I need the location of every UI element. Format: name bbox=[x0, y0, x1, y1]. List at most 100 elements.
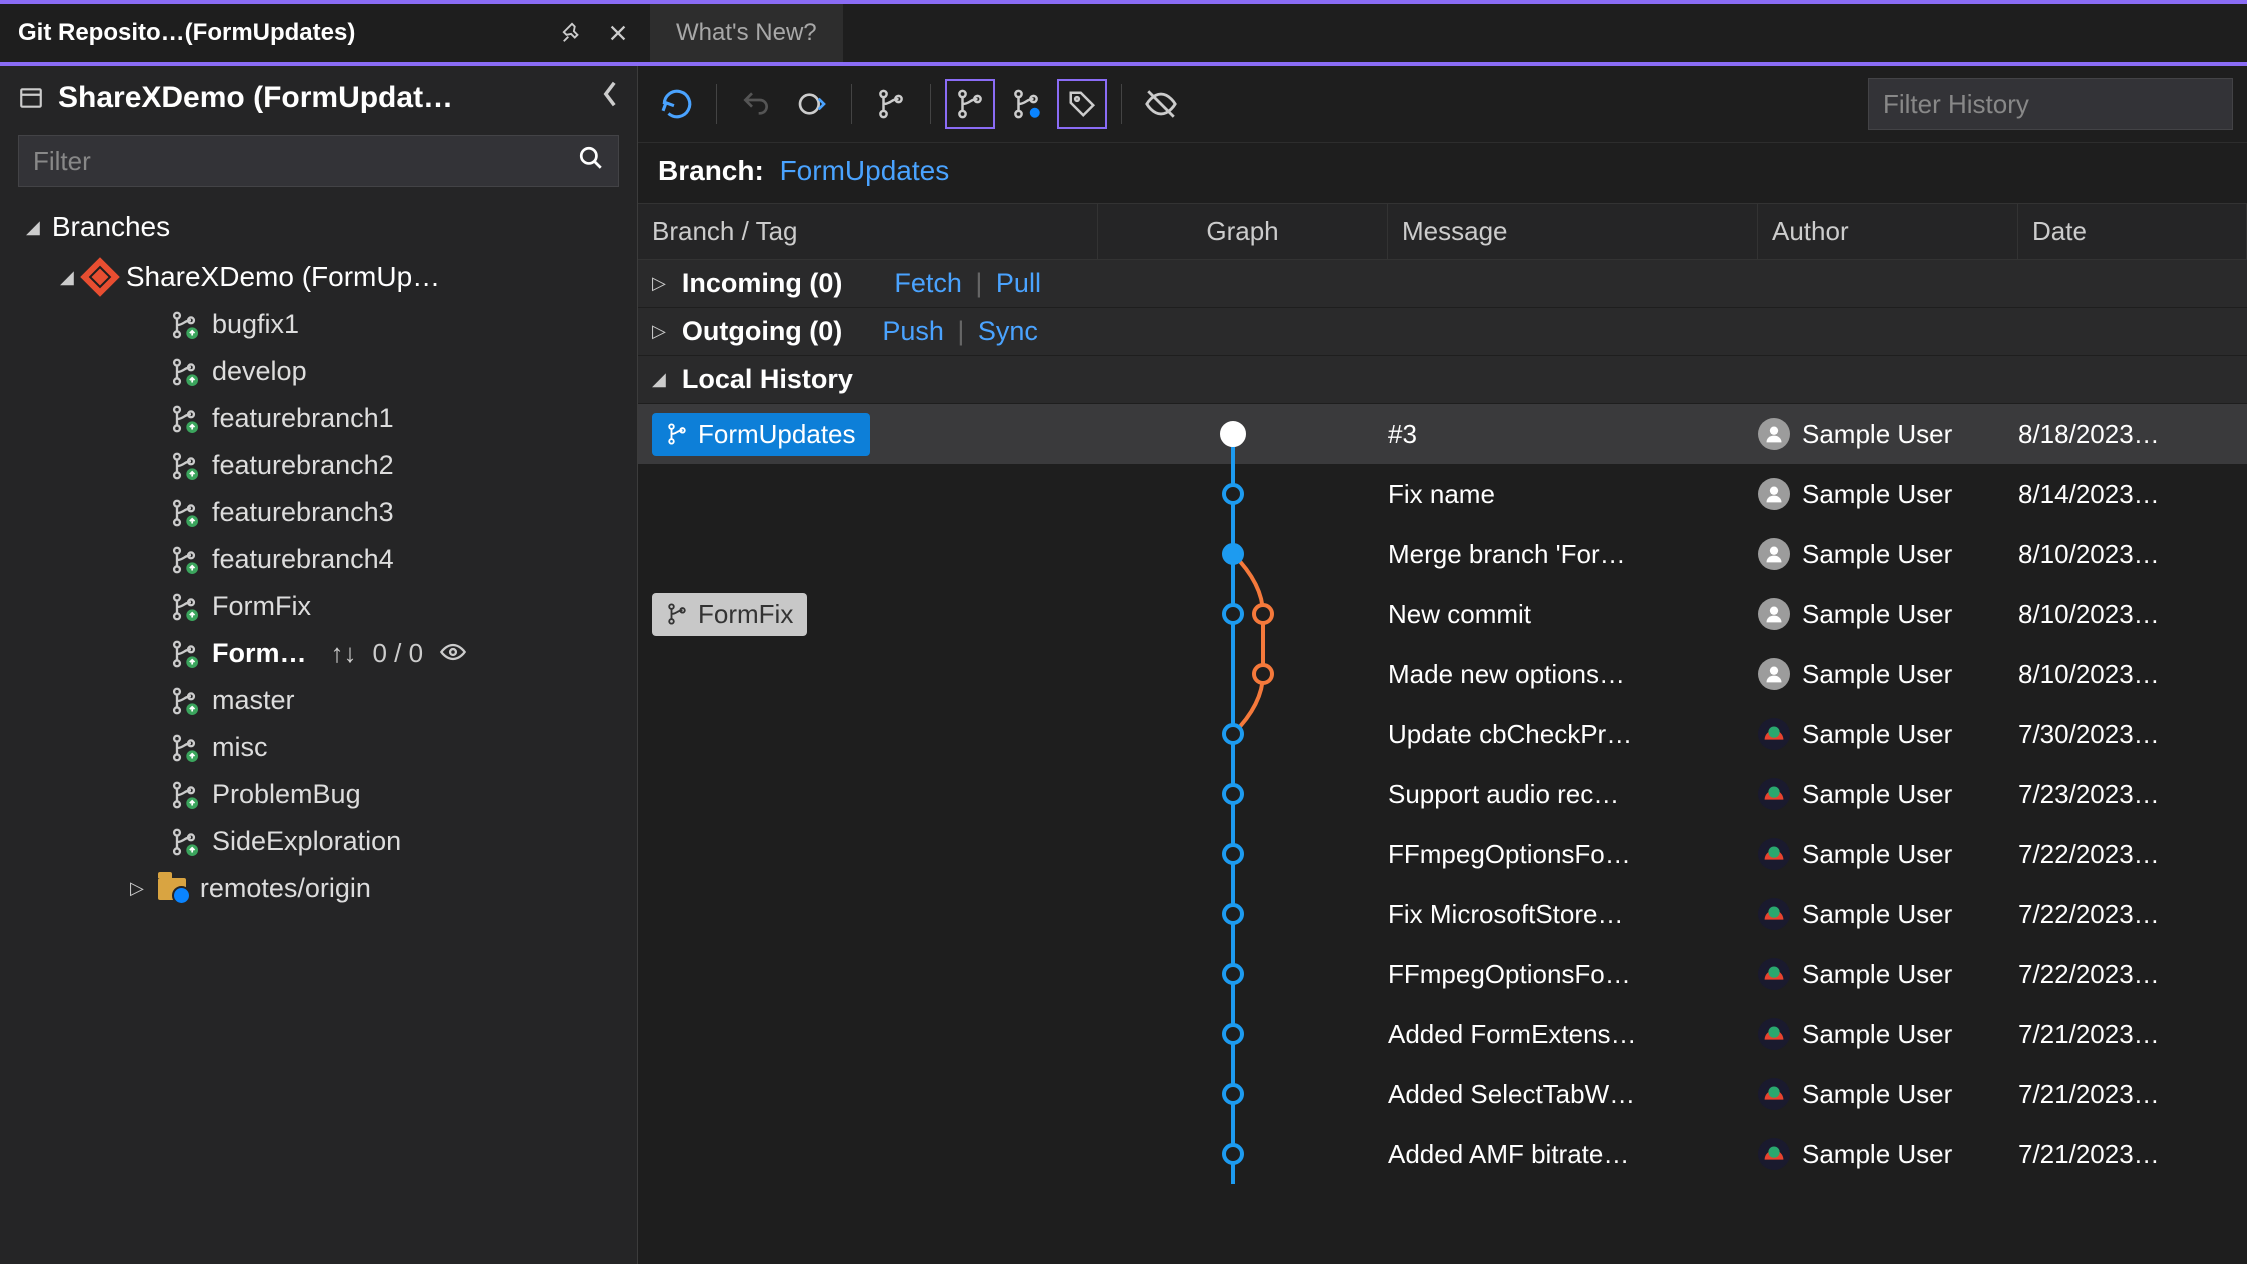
commit-row[interactable]: FormFix New commit Sample User 8/10/2023… bbox=[638, 584, 2247, 644]
search-icon[interactable] bbox=[564, 145, 618, 178]
commit-graph-cell bbox=[1098, 644, 1388, 704]
commit-graph-cell bbox=[1098, 944, 1388, 1004]
push-link[interactable]: Push bbox=[882, 316, 944, 346]
commit-row[interactable]: Update cbCheckPr… Sample User 7/30/2023… bbox=[638, 704, 2247, 764]
commit-author-cell: Sample User bbox=[1758, 898, 2018, 930]
commit-row[interactable]: Added AMF bitrate… Sample User 7/21/2023… bbox=[638, 1124, 2247, 1184]
col-graph[interactable]: Graph bbox=[1098, 204, 1388, 259]
commit-row[interactable]: Fix MicrosoftStore… Sample User 7/22/202… bbox=[638, 884, 2247, 944]
pull-link[interactable]: Pull bbox=[996, 268, 1041, 298]
branch-icon bbox=[170, 358, 198, 386]
branches-header[interactable]: ◢ Branches bbox=[0, 201, 637, 253]
col-author[interactable]: Author bbox=[1758, 204, 2018, 259]
col-message[interactable]: Message bbox=[1388, 204, 1758, 259]
col-branch-tag[interactable]: Branch / Tag bbox=[638, 204, 1098, 259]
commit-row[interactable]: FormUpdates #3 Sample User 8/18/2023… bbox=[638, 404, 2247, 464]
branch-item-develop[interactable]: develop bbox=[0, 348, 637, 395]
commit-row[interactable]: Merge branch 'For… Sample User 8/10/2023… bbox=[638, 524, 2247, 584]
commit-author: Sample User bbox=[1802, 419, 1952, 450]
sidebar: ShareXDemo (FormUpdat… ◢ Branches ◢ Shar… bbox=[0, 66, 638, 1264]
remotes-node[interactable]: ▷ remotes/origin bbox=[0, 865, 637, 912]
history-pane: Branch: FormUpdates Branch / Tag Graph M… bbox=[638, 66, 2247, 1264]
commit-author-cell: Sample User bbox=[1758, 838, 2018, 870]
pin-icon[interactable] bbox=[558, 19, 586, 47]
branch-graph-button[interactable] bbox=[866, 79, 916, 129]
branch-icon bbox=[170, 828, 198, 856]
tabstrip: Git Reposito…(FormUpdates) What's New? bbox=[0, 4, 2247, 62]
branch-item-misc[interactable]: misc bbox=[0, 724, 637, 771]
undo-button[interactable] bbox=[731, 79, 781, 129]
avatar-icon bbox=[1758, 838, 1790, 870]
git-repo-icon bbox=[80, 257, 120, 297]
close-icon[interactable] bbox=[604, 19, 632, 47]
branch-name: featurebranch4 bbox=[212, 544, 394, 575]
branch-name: ProblemBug bbox=[212, 779, 361, 810]
tab-git-repo[interactable]: Git Reposito…(FormUpdates) bbox=[0, 0, 650, 62]
branch-item-form[interactable]: Form… ↑↓ 0 / 0 bbox=[0, 630, 637, 677]
commit-graph-cell bbox=[1098, 404, 1388, 464]
branch-item-featurebranch3[interactable]: featurebranch3 bbox=[0, 489, 637, 536]
repo-icon bbox=[18, 85, 44, 111]
commit-row[interactable]: FFmpegOptionsFo… Sample User 7/22/2023… bbox=[638, 824, 2247, 884]
filter-box bbox=[18, 135, 619, 187]
repo-node[interactable]: ◢ ShareXDemo (FormUp… bbox=[0, 253, 637, 301]
tags-button[interactable] bbox=[1057, 79, 1107, 129]
back-chevron-icon[interactable] bbox=[601, 80, 619, 115]
branch-name: featurebranch1 bbox=[212, 403, 394, 434]
commit-message: Merge branch 'For… bbox=[1388, 539, 1758, 570]
local-history-section[interactable]: ◢ Local History bbox=[638, 356, 2247, 404]
col-date[interactable]: Date bbox=[2018, 204, 2247, 259]
branch-icon bbox=[170, 452, 198, 480]
branch-item-sideexploration[interactable]: SideExploration bbox=[0, 818, 637, 865]
branch-item-formfix[interactable]: FormFix bbox=[0, 583, 637, 630]
commit-author: Sample User bbox=[1802, 539, 1952, 570]
fetch-link[interactable]: Fetch bbox=[894, 268, 962, 298]
hide-unreachable-button[interactable] bbox=[1136, 79, 1186, 129]
commit-row[interactable]: Made new options… Sample User 8/10/2023… bbox=[638, 644, 2247, 704]
local-branches-button[interactable] bbox=[945, 79, 995, 129]
incoming-section[interactable]: ▷ Incoming (0) Fetch | Pull bbox=[638, 260, 2247, 308]
tab-whats-new[interactable]: What's New? bbox=[650, 4, 843, 62]
branch-item-bugfix1[interactable]: bugfix1 bbox=[0, 301, 637, 348]
outgoing-section[interactable]: ▷ Outgoing (0) Push | Sync bbox=[638, 308, 2247, 356]
commit-graph-cell bbox=[1098, 824, 1388, 884]
commit-row[interactable]: Added FormExtens… Sample User 7/21/2023… bbox=[638, 1004, 2247, 1064]
refresh-button[interactable] bbox=[652, 79, 702, 129]
commit-row[interactable]: Fix name Sample User 8/14/2023… bbox=[638, 464, 2247, 524]
branch-name: bugfix1 bbox=[212, 309, 299, 340]
commit-row[interactable]: FFmpegOptionsFo… Sample User 7/22/2023… bbox=[638, 944, 2247, 1004]
commit-date: 7/22/2023… bbox=[2018, 839, 2247, 870]
branch-tag[interactable]: FormFix bbox=[652, 593, 807, 636]
commit-graph-cell bbox=[1098, 584, 1388, 644]
branch-tag[interactable]: FormUpdates bbox=[652, 413, 870, 456]
commit-row[interactable]: Added SelectTabW… Sample User 7/21/2023… bbox=[638, 1064, 2247, 1124]
commit-message: Added AMF bitrate… bbox=[1388, 1139, 1758, 1170]
sync-link[interactable]: Sync bbox=[978, 316, 1038, 346]
branch-item-featurebranch4[interactable]: featurebranch4 bbox=[0, 536, 637, 583]
branch-item-problembug[interactable]: ProblemBug bbox=[0, 771, 637, 818]
remote-branches-button[interactable] bbox=[1001, 79, 1051, 129]
tab-title: What's New? bbox=[676, 19, 817, 47]
branch-tree: ◢ Branches ◢ ShareXDemo (FormUp… bugfix1… bbox=[0, 201, 637, 1264]
commit-author-cell: Sample User bbox=[1758, 1078, 2018, 1110]
commit-row[interactable]: Support audio rec… Sample User 7/23/2023… bbox=[638, 764, 2247, 824]
branch-item-featurebranch2[interactable]: featurebranch2 bbox=[0, 442, 637, 489]
commit-message: Added SelectTabW… bbox=[1388, 1079, 1758, 1110]
branch-item-featurebranch1[interactable]: featurebranch1 bbox=[0, 395, 637, 442]
sidebar-header: ShareXDemo (FormUpdat… bbox=[0, 66, 637, 129]
avatar-icon bbox=[1758, 598, 1790, 630]
expand-icon: ◢ bbox=[26, 217, 40, 238]
branch-item-master[interactable]: master bbox=[0, 677, 637, 724]
eye-icon[interactable] bbox=[439, 638, 467, 669]
branches-label: Branches bbox=[52, 211, 170, 243]
filter-input[interactable] bbox=[19, 136, 564, 187]
toolbar bbox=[638, 66, 2247, 143]
branch-icon bbox=[170, 499, 198, 527]
filter-history-input[interactable] bbox=[1883, 89, 2218, 120]
commit-message: FFmpegOptionsFo… bbox=[1388, 959, 1758, 990]
commit-message: New commit bbox=[1388, 599, 1758, 630]
current-branch-name[interactable]: FormUpdates bbox=[780, 155, 950, 186]
avatar-icon bbox=[1758, 1138, 1790, 1170]
redo-button[interactable] bbox=[787, 79, 837, 129]
branch-icon bbox=[170, 546, 198, 574]
